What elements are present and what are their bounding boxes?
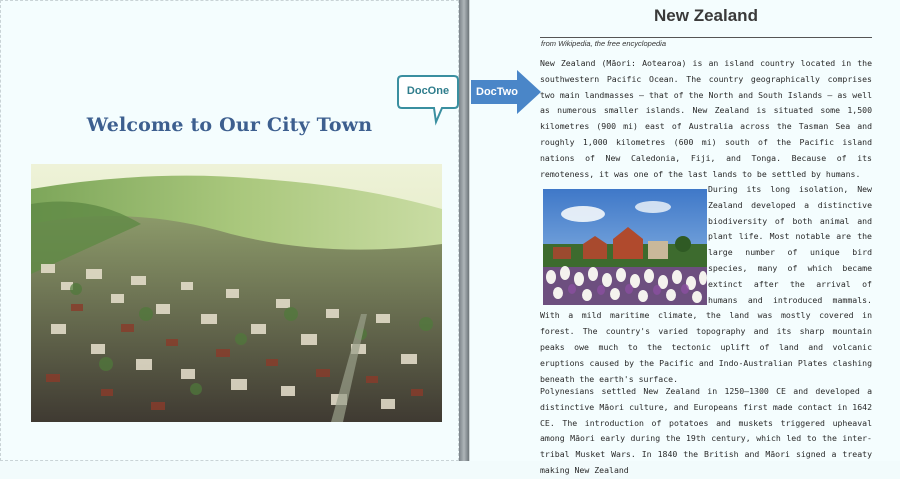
new-zealand-image xyxy=(543,189,707,305)
paragraph-3: Polynesians settled New Zealand in 1250–… xyxy=(540,386,872,475)
doc-one-callout xyxy=(397,75,459,126)
doc-one-label: DocOne xyxy=(406,85,450,97)
doc-two-subtitle: from Wikipedia, the free encyclopedia xyxy=(541,39,666,48)
doc-one-title: Welcome to Our City Town xyxy=(86,114,373,136)
city-town-image xyxy=(31,164,442,422)
document-divider xyxy=(459,0,469,461)
paragraph-2-block: During its long isolation, New Zealand d… xyxy=(540,182,872,387)
doc-two-label: DocTwo xyxy=(476,86,518,98)
title-rule xyxy=(540,37,872,38)
paragraph-1: New Zealand (Māori: Aotearoa) is an isla… xyxy=(540,58,872,179)
nz-image-frame xyxy=(540,182,708,305)
doc-two-title: New Zealand xyxy=(654,6,758,25)
